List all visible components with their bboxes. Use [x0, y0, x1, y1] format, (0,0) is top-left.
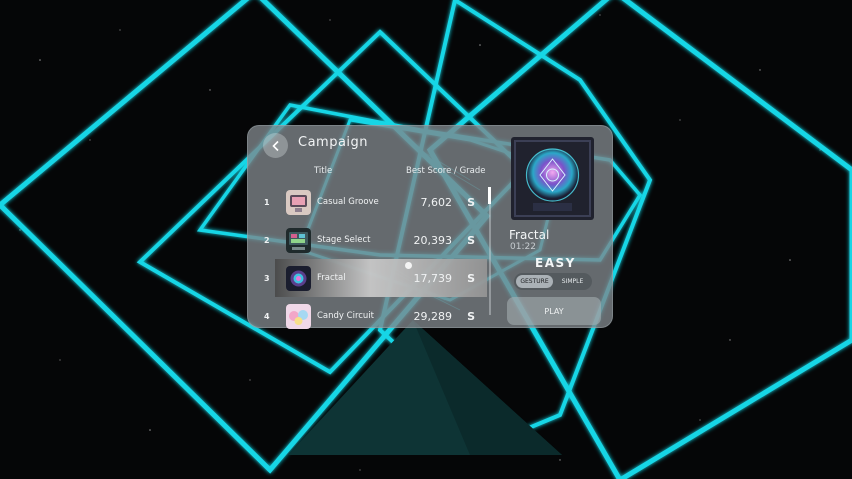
- song-title: Casual Groove: [317, 197, 379, 207]
- song-title: Fractal: [317, 273, 346, 283]
- difficulty-label[interactable]: EASY: [535, 256, 576, 270]
- mode-toggle: GESTURE SIMPLE: [514, 273, 592, 290]
- song-title: Candy Circuit: [317, 311, 375, 321]
- mode-gesture-option[interactable]: GESTURE: [516, 275, 553, 288]
- song-row-casual-groove[interactable]: 1 Casual Groove 7,602 S: [255, 183, 480, 221]
- song-row-candy-circuit[interactable]: 4 Candy Circuit 29,289 S: [255, 297, 480, 335]
- list-scrollbar[interactable]: [489, 187, 491, 315]
- selected-song-title: Fractal: [509, 228, 550, 242]
- casual-groove-thumbnail-icon: [286, 189, 311, 215]
- song-rank: 1: [264, 197, 270, 207]
- back-button[interactable]: [263, 133, 288, 158]
- stage-select-thumbnail-icon: [286, 227, 311, 253]
- song-rank: 4: [264, 311, 270, 321]
- selection-dot-icon: [405, 262, 412, 269]
- song-grade: S: [467, 195, 475, 209]
- song-row-fractal[interactable]: 3 Fractal 17,739 S: [255, 259, 487, 297]
- candy-circuit-thumbnail-icon: [286, 303, 311, 329]
- fractal-thumbnail-icon: [286, 265, 311, 291]
- song-rank: 2: [264, 235, 270, 245]
- mode-simple-option[interactable]: SIMPLE: [555, 275, 590, 288]
- song-rank: 3: [264, 273, 270, 283]
- song-score: 20,393: [413, 233, 453, 247]
- song-title: Stage Select: [317, 235, 371, 245]
- column-header-score: Best Score / Grade: [406, 166, 486, 176]
- song-row-stage-select[interactable]: 2 Stage Select 20,393 S: [255, 221, 480, 259]
- song-score: 7,602: [420, 195, 453, 209]
- song-score: 29,289: [413, 309, 453, 323]
- fractal-cover-art-icon: [511, 137, 594, 220]
- column-header-title: Title: [314, 166, 333, 176]
- song-grade: S: [467, 309, 475, 323]
- scrollbar-thumb[interactable]: [488, 187, 491, 204]
- song-grade: S: [467, 271, 475, 285]
- chevron-left-icon: [271, 140, 279, 151]
- page-title: Campaign: [298, 135, 369, 150]
- play-button[interactable]: PLAY: [507, 297, 601, 325]
- song-grade: S: [467, 233, 475, 247]
- song-score: 17,739: [413, 271, 453, 285]
- song-duration: 01:22: [510, 242, 536, 252]
- song-list: 1 Casual Groove 7,602 S 2 Stage Select 2…: [255, 183, 487, 335]
